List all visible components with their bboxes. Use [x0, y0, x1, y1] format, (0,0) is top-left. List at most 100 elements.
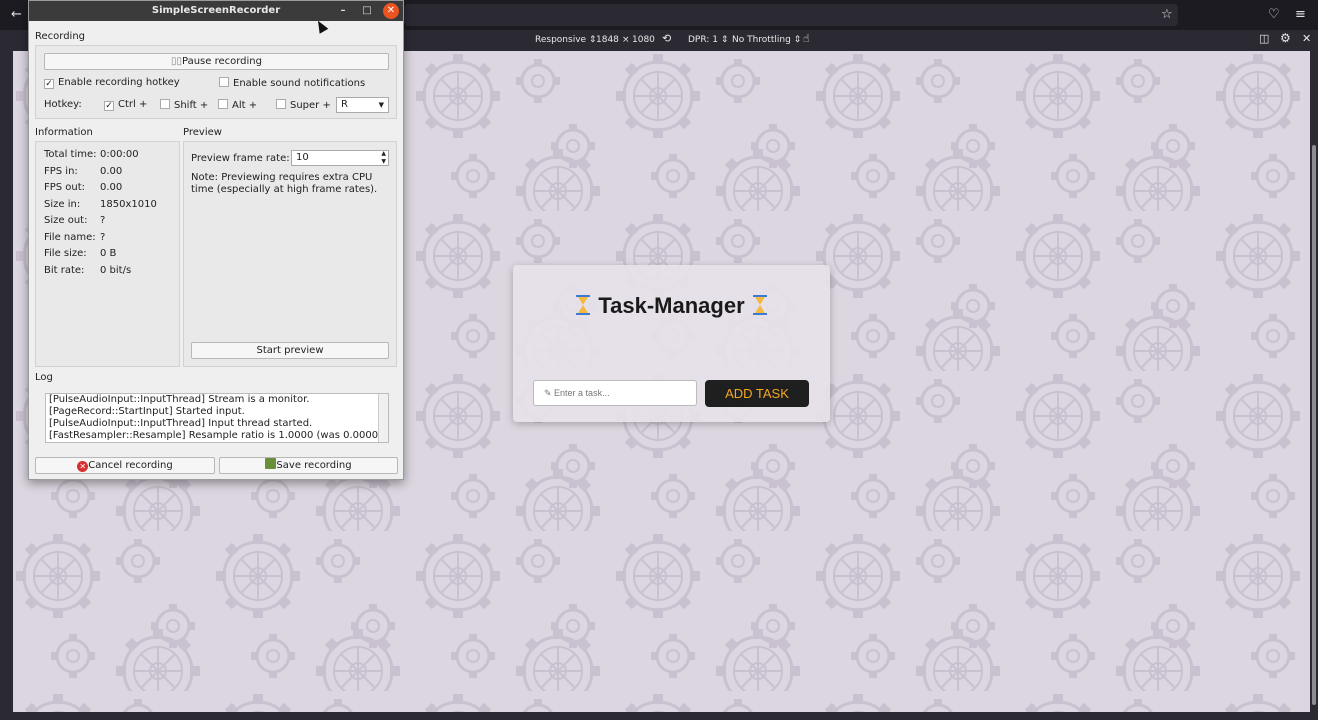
- recording-section-title: Recording: [35, 31, 86, 42]
- information-section-title: Information: [35, 127, 93, 138]
- checkbox-empty: [276, 99, 286, 109]
- log-scrollbar[interactable]: [378, 394, 388, 442]
- url-bar[interactable]: [404, 4, 1178, 26]
- throttling-select[interactable]: No Throttling ⇕: [732, 34, 801, 46]
- log-line: [PulseAudioInput::InputThread] Input thr…: [49, 418, 313, 429]
- window-title: SimpleScreenRecorder: [151, 5, 281, 16]
- info-key: File name:: [44, 232, 96, 243]
- device-select[interactable]: Responsive ⇕: [535, 34, 596, 46]
- info-key: Size in:: [44, 199, 81, 210]
- hotkey-label: Hotkey:: [44, 99, 82, 110]
- info-key: File size:: [44, 248, 87, 259]
- super-checkbox[interactable]: Super +: [276, 99, 331, 112]
- start-preview-button[interactable]: Start preview: [191, 342, 389, 359]
- hourglass-icon: [576, 295, 591, 315]
- enable-sound-checkbox[interactable]: Enable sound notifications: [219, 77, 365, 90]
- log-line: [FastResampler::Resample] Resample ratio…: [49, 430, 386, 441]
- log-section-title: Log: [35, 372, 53, 383]
- close-rdm-icon[interactable]: ✕: [1302, 33, 1311, 45]
- preview-frame-rate-label: Preview frame rate:: [191, 153, 290, 164]
- preview-note-line1: Note: Previewing requires extra CPU: [191, 172, 373, 183]
- dpr-select-label: DPR: 1: [688, 35, 718, 45]
- info-row: File size: 0 B: [44, 248, 116, 259]
- throttling-select-label: No Throttling: [732, 35, 791, 45]
- save-recording-button[interactable]: Save recording: [219, 457, 398, 474]
- rotate-icon[interactable]: ⟲: [662, 33, 671, 45]
- viewport-margin: [0, 51, 13, 712]
- info-row: FPS out: 0.00: [44, 182, 122, 193]
- info-row: File name:?: [44, 232, 105, 243]
- save-icon: [265, 458, 277, 469]
- info-value: 0.00: [100, 182, 123, 193]
- preview-section-title: Preview: [183, 127, 222, 138]
- info-value: 0 B: [100, 248, 117, 259]
- chevron-down-icon: ▼: [378, 101, 384, 109]
- enable-hotkey-checkbox[interactable]: ✓ Enable recording hotkey: [44, 77, 180, 89]
- checkmark-icon: ✓: [104, 101, 114, 111]
- maximize-icon[interactable]: □: [359, 3, 375, 19]
- alt-checkbox[interactable]: Alt +: [218, 99, 257, 112]
- enable-hotkey-label: Enable recording hotkey: [58, 77, 180, 88]
- dpr-select[interactable]: DPR: 1 ⇕: [688, 34, 728, 46]
- save-recording-label: Save recording: [276, 460, 352, 471]
- preview-frame-rate-spinbox[interactable]: 10 ▲ ▼: [291, 150, 389, 166]
- log-textarea[interactable]: [PulseAudioInput::InputThread] Stream is…: [45, 393, 389, 443]
- info-row: Size in: 1850x1010: [44, 199, 157, 210]
- pause-recording-label: Pause recording: [182, 56, 262, 67]
- info-row: FPS in: 0.00: [44, 166, 122, 177]
- pause-icon: ▯▯: [170, 56, 182, 67]
- cancel-icon: ✕: [77, 461, 89, 472]
- bookmark-star-icon[interactable]: ☆: [1161, 7, 1173, 23]
- enable-sound-label: Enable sound notifications: [233, 78, 366, 89]
- pause-recording-button[interactable]: ▯▯Pause recording: [44, 53, 389, 70]
- viewport-height-input[interactable]: 1080: [630, 33, 657, 48]
- cancel-recording-label: Cancel recording: [88, 460, 173, 471]
- info-key: FPS in:: [44, 166, 78, 177]
- menu-icon[interactable]: ≡: [1295, 7, 1306, 23]
- log-line: [PulseAudioInput::InputThread] Stream is…: [49, 394, 310, 405]
- info-value: 1850x1010: [100, 199, 157, 210]
- log-line: [PageRecord::StartInput] Started input.: [49, 406, 245, 417]
- cancel-recording-button[interactable]: ✕ Cancel recording: [35, 457, 215, 474]
- ssr-titlebar[interactable]: SimpleScreenRecorder – □ ✕: [29, 1, 403, 21]
- info-key: Size out:: [44, 215, 88, 226]
- scrollbar-thumb[interactable]: [1312, 145, 1316, 705]
- screenshot-icon[interactable]: ◫: [1259, 33, 1269, 45]
- ctrl-checkbox[interactable]: ✓ Ctrl +: [104, 99, 147, 111]
- super-label: Super +: [290, 100, 331, 111]
- pocket-icon[interactable]: ♡: [1268, 7, 1280, 23]
- hotkey-key-select[interactable]: R ▼: [336, 97, 389, 113]
- ctrl-label: Ctrl +: [118, 99, 148, 110]
- ssr-window: SimpleScreenRecorder – □ ✕ Recording ▯▯P…: [28, 0, 404, 480]
- hourglass-icon: [752, 295, 767, 315]
- info-value: 0:00:00: [100, 149, 139, 160]
- settings-gear-icon[interactable]: ⚙: [1280, 32, 1291, 44]
- info-value: ?: [100, 215, 106, 226]
- device-select-label: Responsive: [535, 35, 587, 45]
- back-icon[interactable]: ←: [11, 7, 22, 23]
- checkbox-empty: [160, 99, 170, 109]
- info-key: FPS out:: [44, 182, 86, 193]
- task-input[interactable]: ✎ Enter a task...: [533, 380, 697, 406]
- checkbox-empty: [218, 99, 228, 109]
- viewport-width-input[interactable]: 1848: [594, 33, 621, 48]
- close-icon[interactable]: ✕: [383, 3, 399, 19]
- info-key: Total time:: [44, 149, 97, 160]
- shift-label: Shift +: [174, 100, 209, 111]
- checkmark-icon: ✓: [44, 79, 54, 89]
- alt-label: Alt +: [232, 100, 258, 111]
- info-row: Total time: 0:00:00: [44, 149, 139, 160]
- add-task-button[interactable]: ADD TASK: [705, 380, 809, 407]
- preview-frame-rate-value: 10: [296, 152, 309, 163]
- touch-icon[interactable]: ☝: [803, 33, 810, 45]
- minimize-icon[interactable]: –: [335, 3, 351, 19]
- vertical-scrollbar[interactable]: [1310, 51, 1318, 712]
- info-key: Bit rate:: [44, 265, 85, 276]
- info-value: 0.00: [100, 166, 123, 177]
- horizontal-scrollbar[interactable]: [0, 712, 1318, 720]
- dimension-separator: ×: [622, 35, 630, 45]
- task-manager-title: Task-Manager: [598, 293, 745, 318]
- shift-checkbox[interactable]: Shift +: [160, 99, 208, 112]
- hotkey-key-value: R: [341, 99, 348, 110]
- task-manager-heading: Task-Manager: [513, 293, 830, 319]
